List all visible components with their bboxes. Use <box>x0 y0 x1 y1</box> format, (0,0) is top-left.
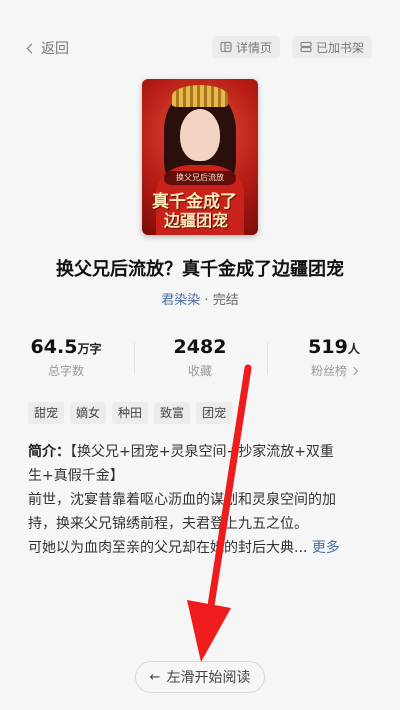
detail-page-icon <box>220 41 232 53</box>
tag[interactable]: 种田 <box>112 402 149 424</box>
synopsis-label: 简介： <box>28 444 70 460</box>
book-title: 换父兄后流放？真千金成了边疆团宠 <box>56 259 344 280</box>
stats-row: 64.5万字 总字数 2482 收藏 519人 粉丝榜 <box>0 336 400 382</box>
start-reading-button[interactable]: ← 左滑开始阅读 <box>135 661 265 693</box>
cover-subtitle: 换父兄后流放 <box>164 171 236 185</box>
back-label: 返回 <box>41 41 69 57</box>
stat-favorites: 2482 收藏 <box>173 336 227 378</box>
top-bar: 返回 详情页 已加书架 <box>0 34 400 62</box>
detail-page-label: 详情页 <box>236 40 273 55</box>
stat-fan-ranking[interactable]: 519人 粉丝榜 <box>274 336 394 379</box>
tag[interactable]: 嫡女 <box>70 402 107 424</box>
tag-list: 甜宠 嫡女 种田 致富 团宠 <box>28 402 233 424</box>
back-button[interactable]: 返回 <box>26 38 69 58</box>
book-cover: 换父兄后流放 真千金成了 边疆团宠 <box>142 79 258 235</box>
add-to-shelf-button[interactable]: 已加书架 <box>292 36 372 58</box>
shelf-label: 已加书架 <box>316 40 365 55</box>
author-line: 君染染 · 完结 <box>0 289 400 308</box>
bookshelf-icon <box>300 41 312 53</box>
cover-title-line2: 边疆团宠 <box>164 211 229 230</box>
chevron-left-icon <box>26 43 37 53</box>
stat-word-count: 64.5万字 总字数 <box>30 336 102 378</box>
detail-page-button[interactable]: 详情页 <box>212 36 280 58</box>
tag[interactable]: 甜宠 <box>28 402 65 424</box>
arrow-left-icon: ← <box>149 669 161 685</box>
divider <box>134 342 135 374</box>
chevron-right-icon <box>349 366 359 376</box>
start-reading-label: 左滑开始阅读 <box>166 670 251 686</box>
divider <box>267 342 268 374</box>
author-link[interactable]: 君染染 <box>161 293 200 308</box>
tag[interactable]: 团宠 <box>196 402 233 424</box>
tag[interactable]: 致富 <box>154 402 191 424</box>
synopsis: 简介：【换父兄+团宠+灵泉空间+抄家流放+双重 生+真假千金】 前世，沈宴昔靠着… <box>28 444 340 556</box>
more-link[interactable]: 更多 <box>312 540 340 556</box>
book-status: 完结 <box>212 293 239 308</box>
author-separator: · <box>200 293 213 308</box>
